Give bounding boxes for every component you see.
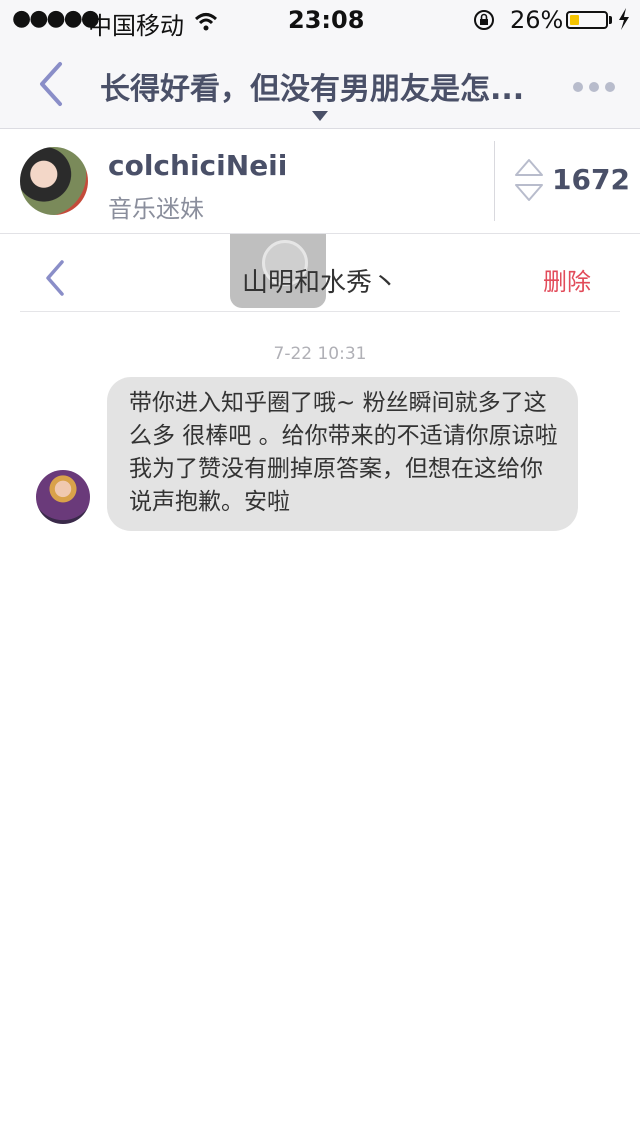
signal-strength: ●●●●● [12, 6, 100, 31]
message-bubble: 带你进入知乎圈了哦~ 粉丝瞬间就多了这么多 很棒吧 。给你带来的不适请你原谅啦 … [107, 377, 578, 531]
author-avatar[interactable] [20, 147, 88, 215]
author-name[interactable]: colchiciNeii [108, 149, 287, 182]
message-timestamp: 7-22 10:31 [273, 344, 367, 364]
wifi-icon [194, 10, 218, 38]
author-bar: colchiciNeii 音乐迷妹 1672 [0, 129, 640, 234]
rotation-lock-icon [472, 8, 496, 38]
divider [20, 311, 620, 312]
author-bio: 音乐迷妹 [108, 195, 204, 223]
sender-avatar[interactable] [36, 470, 90, 524]
battery-icon [566, 11, 608, 29]
more-icon[interactable] [572, 78, 616, 97]
message-sheet: 山明和水秀丶 删除 7-22 10:31 带你进入知乎圈了哦~ 粉丝瞬间就多了这… [0, 234, 640, 1136]
battery-percent: 26% [510, 6, 564, 34]
delete-button[interactable]: 删除 [543, 262, 591, 297]
battery-nub [609, 16, 612, 24]
nav-bar: 长得好看，但没有男朋友是怎... [0, 40, 640, 129]
caret-down-icon[interactable] [312, 106, 328, 125]
charging-icon [618, 8, 630, 36]
divider [494, 141, 495, 221]
back-chevron-icon[interactable] [34, 60, 74, 108]
carrier-name: 中国移动 [88, 12, 184, 40]
question-title[interactable]: 长得好看，但没有男朋友是怎... [100, 64, 550, 108]
status-bar: ●●●●● 中国移动 23:08 26% [0, 0, 640, 40]
vote-count: 1672 [552, 163, 630, 196]
screen: ●●●●● 中国移动 23:08 26% 长得好看，但没有男朋友是怎... co… [0, 0, 640, 1136]
clock: 23:08 [288, 6, 365, 34]
vote-icon[interactable] [514, 157, 544, 207]
